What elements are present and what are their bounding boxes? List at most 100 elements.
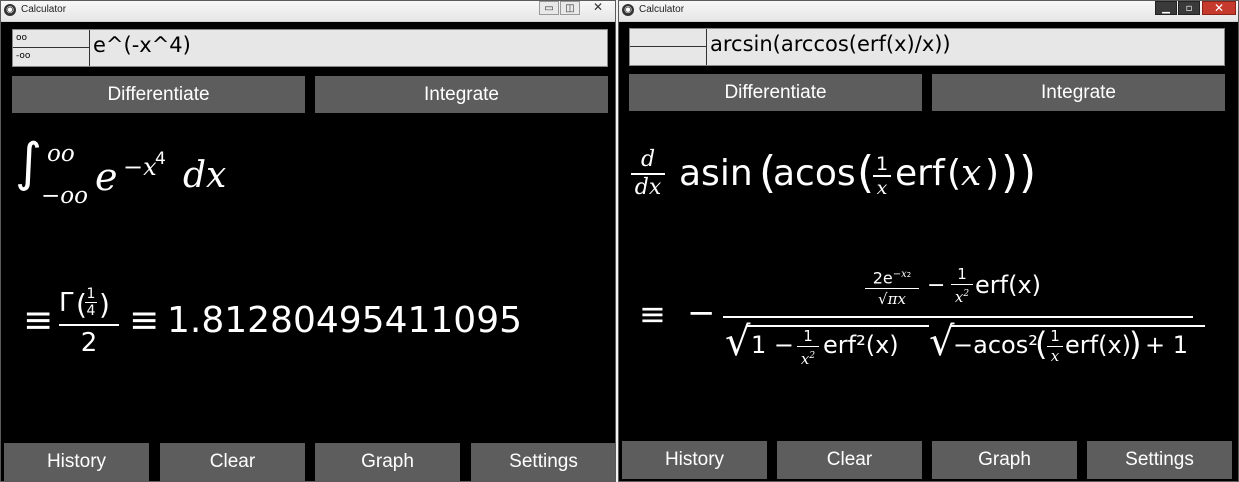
paren-right-3: ) [985,153,1000,194]
minimize-icon[interactable]: ▭ [539,1,559,15]
differentiate-button[interactable]: Differentiate [12,76,305,113]
frac-num-2: 1 [797,327,819,347]
plus-one: + 1 [1145,331,1189,359]
integral-upper-limit: oo [47,141,75,167]
fraction-denominator: 2 [80,328,98,358]
gamma-paren-right: ) [99,288,110,321]
integration-bounds [630,29,707,65]
sqrt-pi-x: √πx [878,290,906,309]
erf-squared: erf²(x) [823,331,899,359]
paren-left-4: ( [1035,325,1048,363]
asin-function: asin [679,153,753,194]
one-minus: 1 − [751,331,795,359]
clear-button[interactable]: Clear [777,441,922,479]
integrate-button[interactable]: Integrate [932,74,1225,111]
frac-num: 1 [951,265,973,285]
gamma-fraction: Γ ( 1 4 ) 2 [59,286,119,358]
result-denominator: √ 1 − 1 x2 erf²(x) √ −acos² ( 1 x erf(x)… [725,319,1205,371]
gamma-arg-den: 4 [86,303,96,319]
integral-differential: dx [183,155,227,196]
graph-button[interactable]: Graph [932,441,1077,479]
close-icon[interactable]: ✕ [583,1,613,15]
graph-button[interactable]: Graph [315,443,460,481]
dx-denominator: dx [634,175,662,200]
gamma-symbol: Γ [59,288,74,318]
title-bar[interactable]: ◉ Calculator ▭ ◫ ✕ [1,1,615,22]
frac-den-2: x2 [797,347,819,369]
history-button[interactable]: History [622,441,767,479]
upper-bound-field[interactable] [630,29,706,47]
frac-den-2-square: 2 [809,351,816,361]
window-title: Calculator [639,4,685,15]
expression-input-area: oo -oo e^(-x^4) [12,29,608,67]
integral-expression: ∫ oo −oo e −x 4 dx [15,133,315,221]
calculator-window-left: ◉ Calculator ▭ ◫ ✕ oo -oo e^(-x^4) Diffe… [0,0,616,482]
integral-sign: ∫ [15,133,43,193]
upper-bound-field[interactable]: oo [13,30,89,48]
neg-acos-squared: −acos² [953,331,1038,359]
paren-right-4: ) [1129,325,1142,363]
denominator-erf: erf(x) [1065,331,1132,359]
calculator-window-right: ◉ Calculator ▁ ▫ ✕ arcsin(arccos(erf(x)/… [618,0,1239,482]
one-over-x2-fraction-2: 1 x2 [797,327,819,369]
lower-bound-field[interactable]: -oo [13,48,89,66]
title-bar[interactable]: ◉ Calculator ▁ ▫ ✕ [619,1,1238,22]
radical-bar-2 [951,325,1205,327]
exp-fraction-num: 2e−x2 [865,265,919,290]
two-e: 2e [872,268,893,288]
integrand-base: e [95,155,118,199]
neg-x-exponent: −x [892,269,907,280]
differentiate-button[interactable]: Differentiate [629,74,922,111]
expression-input[interactable]: arcsin(arccos(erf(x)/x)) [710,32,951,56]
paren-right-2: ) [1001,147,1019,198]
equiv-symbol: ≡ [23,300,54,341]
frac-den: x2 [951,285,973,307]
integrand-exponent: −x [123,153,157,181]
integral-result: ≡ Γ ( 1 4 ) 2 ≡ 1.81280495411095 [23,286,583,358]
frac-den-square: 2 [963,289,970,299]
main-fraction-bar [723,316,1193,318]
d-dx-operator: d dx [631,147,665,201]
frac-num: 1 [873,153,891,177]
clear-button[interactable]: Clear [160,443,305,481]
close-icon[interactable]: ✕ [1202,1,1236,15]
exp-fraction: 2e−x2 √πx [865,265,919,309]
maximize-icon[interactable]: ▫ [1178,1,1200,15]
restore-icon[interactable]: ◫ [560,1,580,15]
frac-num-3: 1 [1047,327,1063,347]
radical-bar-1 [747,325,929,327]
frac-den-3: x [1050,347,1060,365]
d-numerator: d [631,147,665,175]
one-over-x-fraction-2: 1 x [1047,327,1063,366]
integration-bounds: oo -oo [13,30,90,66]
minus-sign: − [687,293,716,333]
expression-input-area: arcsin(arccos(erf(x)/x)) [629,28,1225,66]
settings-button[interactable]: Settings [1087,441,1232,479]
numerator-erf: erf(x) [975,271,1042,299]
paren-right: ) [1019,147,1037,198]
exponent-power: 4 [155,149,166,169]
calculator-app-icon: ◉ [4,4,16,16]
exponent-square: 2 [906,271,912,279]
variable-x: x [961,153,982,194]
paren-left-3: ( [947,153,962,194]
derivative-expression: d dx asin ( acos ( 1 x erf ( x ) ) ) [631,147,1051,207]
equiv-symbol: ≡ [639,295,666,333]
window-title: Calculator [21,4,67,15]
one-over-x-fraction: 1 x [873,153,891,199]
lower-bound-field[interactable] [630,47,706,65]
equiv-symbol-2: ≡ [129,300,160,341]
settings-button[interactable]: Settings [471,443,615,481]
derivative-result: ≡ − 2e−x2 √πx − 1 x2 erf(x) √ 1 − 1 x2 e… [639,263,1219,373]
acos-function: acos [773,153,856,194]
integrate-button[interactable]: Integrate [315,76,608,113]
integral-lower-limit: −oo [41,183,88,209]
numerator-minus: − [927,273,946,298]
frac-den: x [876,177,888,199]
expression-input[interactable]: e^(-x^4) [93,33,191,57]
history-button[interactable]: History [4,443,149,481]
gamma-arg-num: 1 [85,286,97,303]
erf-function: erf [895,153,945,194]
minimize-icon[interactable]: ▁ [1155,1,1177,15]
paren-left-2: ( [857,147,875,198]
